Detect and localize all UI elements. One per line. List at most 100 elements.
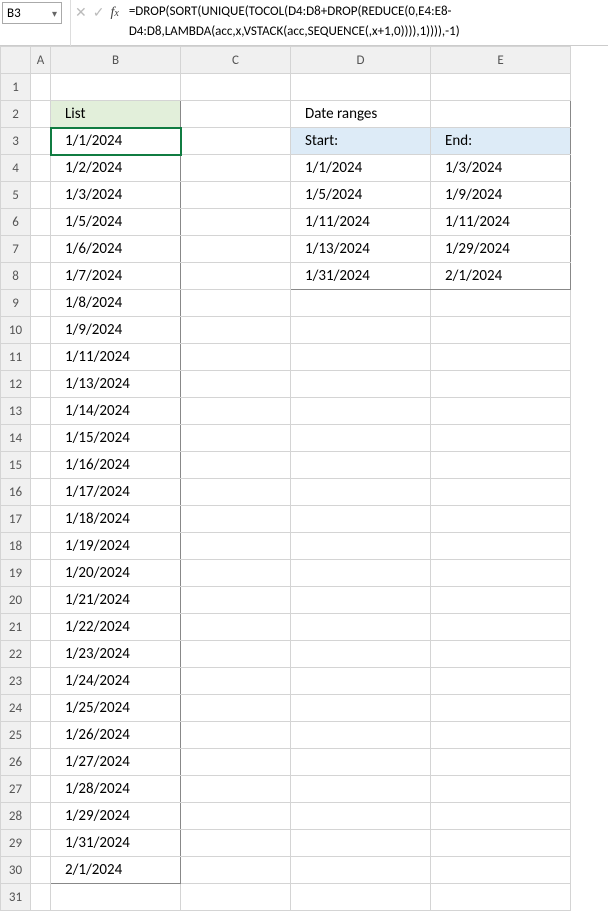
cell-A5[interactable] [31,182,51,209]
cell-B24[interactable]: 1/25/2024 [51,695,181,722]
cell-E21[interactable] [431,614,571,641]
cell-B8[interactable]: 1/7/2024 [51,263,181,290]
cell-C20[interactable] [181,587,291,614]
row-header-13[interactable]: 13 [1,398,31,425]
cell-A9[interactable] [31,290,51,317]
cell-B29[interactable]: 1/31/2024 [51,830,181,857]
row-header-19[interactable]: 19 [1,560,31,587]
cell-C15[interactable] [181,452,291,479]
spreadsheet-grid[interactable]: ABCDE12ListDate ranges31/1/2024Start:End… [0,46,608,911]
cell-D6[interactable]: 1/11/2024 [291,209,431,236]
cell-E14[interactable] [431,425,571,452]
cell-E1[interactable] [431,74,571,101]
cell-B26[interactable]: 1/27/2024 [51,749,181,776]
cell-E23[interactable] [431,668,571,695]
cell-C27[interactable] [181,776,291,803]
cell-E10[interactable] [431,317,571,344]
cell-D2[interactable]: Date ranges [291,101,431,128]
cell-B9[interactable]: 1/8/2024 [51,290,181,317]
cell-B20[interactable]: 1/21/2024 [51,587,181,614]
cell-D10[interactable] [291,317,431,344]
cell-C8[interactable] [181,263,291,290]
cell-C4[interactable] [181,155,291,182]
cell-E7[interactable]: 1/29/2024 [431,236,571,263]
enter-icon[interactable]: ✓ [93,4,105,21]
row-header-29[interactable]: 29 [1,830,31,857]
row-header-7[interactable]: 7 [1,236,31,263]
cell-D21[interactable] [291,614,431,641]
row-header-27[interactable]: 27 [1,776,31,803]
cell-E25[interactable] [431,722,571,749]
cell-A3[interactable] [31,128,51,155]
cell-C5[interactable] [181,182,291,209]
cell-E29[interactable] [431,830,571,857]
cell-B27[interactable]: 1/28/2024 [51,776,181,803]
cell-C17[interactable] [181,506,291,533]
cell-E13[interactable] [431,398,571,425]
cell-B4[interactable]: 1/2/2024 [51,155,181,182]
cell-D11[interactable] [291,344,431,371]
cell-C22[interactable] [181,641,291,668]
cell-B13[interactable]: 1/14/2024 [51,398,181,425]
cell-D26[interactable] [291,749,431,776]
cell-C21[interactable] [181,614,291,641]
cell-C19[interactable] [181,560,291,587]
cell-B30[interactable]: 2/1/2024 [51,857,181,884]
row-header-8[interactable]: 8 [1,263,31,290]
cell-E9[interactable] [431,290,571,317]
cell-A4[interactable] [31,155,51,182]
cell-E5[interactable]: 1/9/2024 [431,182,571,209]
cell-A7[interactable] [31,236,51,263]
row-header-28[interactable]: 28 [1,803,31,830]
cell-A10[interactable] [31,317,51,344]
cell-C3[interactable] [181,128,291,155]
row-header-6[interactable]: 6 [1,209,31,236]
cell-D18[interactable] [291,533,431,560]
cell-C13[interactable] [181,398,291,425]
row-header-14[interactable]: 14 [1,425,31,452]
cell-A25[interactable] [31,722,51,749]
cell-B14[interactable]: 1/15/2024 [51,425,181,452]
cell-A2[interactable] [31,101,51,128]
cell-E4[interactable]: 1/3/2024 [431,155,571,182]
row-header-4[interactable]: 4 [1,155,31,182]
cell-C10[interactable] [181,317,291,344]
chevron-down-icon[interactable]: ▾ [52,7,57,20]
row-header-26[interactable]: 26 [1,749,31,776]
cell-A12[interactable] [31,371,51,398]
select-all-corner[interactable] [1,47,31,74]
row-header-10[interactable]: 10 [1,317,31,344]
cell-E27[interactable] [431,776,571,803]
cell-D4[interactable]: 1/1/2024 [291,155,431,182]
column-header-E[interactable]: E [431,47,571,74]
cell-D14[interactable] [291,425,431,452]
cell-B6[interactable]: 1/5/2024 [51,209,181,236]
cell-E20[interactable] [431,587,571,614]
row-header-22[interactable]: 22 [1,641,31,668]
column-header-D[interactable]: D [291,47,431,74]
cell-C26[interactable] [181,749,291,776]
cell-D3[interactable]: Start: [291,128,431,155]
cell-E22[interactable] [431,641,571,668]
cell-B5[interactable]: 1/3/2024 [51,182,181,209]
cell-D23[interactable] [291,668,431,695]
cell-E28[interactable] [431,803,571,830]
cell-B22[interactable]: 1/23/2024 [51,641,181,668]
cell-B10[interactable]: 1/9/2024 [51,317,181,344]
cell-C2[interactable] [181,101,291,128]
formula-input[interactable]: =DROP(SORT(UNIQUE(TOCOL(D4:D8+DROP(REDUC… [119,0,608,44]
row-header-1[interactable]: 1 [1,74,31,101]
cell-A30[interactable] [31,857,51,884]
cell-D8[interactable]: 1/31/2024 [291,263,431,290]
cell-D9[interactable] [291,290,431,317]
cell-D30[interactable] [291,857,431,884]
cell-B1[interactable] [51,74,181,101]
cell-C25[interactable] [181,722,291,749]
row-header-2[interactable]: 2 [1,101,31,128]
cell-A21[interactable] [31,614,51,641]
cell-C7[interactable] [181,236,291,263]
cancel-icon[interactable]: ✕ [75,4,87,21]
cell-D16[interactable] [291,479,431,506]
cell-E16[interactable] [431,479,571,506]
column-header-A[interactable]: A [31,47,51,74]
